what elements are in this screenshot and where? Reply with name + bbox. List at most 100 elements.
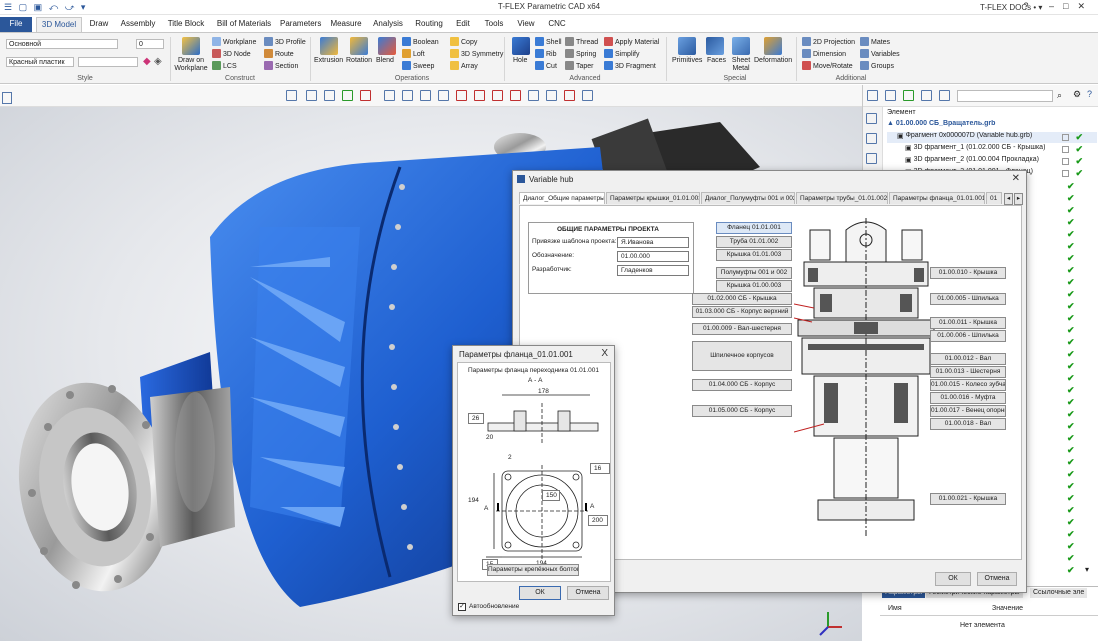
sweep-button[interactable]: Sweep (402, 61, 434, 70)
draw-on-workplane-icon[interactable] (182, 37, 200, 55)
tab-lid-params[interactable]: Параметры крышки_01.01.003 (606, 192, 700, 204)
tab-title-block[interactable]: Title Block (164, 17, 208, 32)
width-combo[interactable]: 0 (136, 39, 164, 49)
tab-measure[interactable]: Measure (328, 17, 364, 32)
extrusion-icon[interactable] (320, 37, 338, 55)
spring-button[interactable]: Spring (565, 49, 596, 58)
box-icon[interactable] (510, 90, 521, 101)
dimension-button[interactable]: Dimension (802, 49, 846, 58)
loft-button[interactable]: Loft (402, 49, 425, 58)
3d-node-button[interactable]: 3D Node (212, 49, 251, 58)
primitives-button[interactable]: Primitives (672, 57, 702, 64)
tab-parameters[interactable]: Parameters (280, 17, 321, 32)
tab-scroll-left-icon[interactable]: ◂ (1004, 193, 1013, 205)
gear-shaft-button[interactable]: 01.00.009 - Вал-шестерня (692, 323, 792, 335)
tool-icon[interactable] (866, 113, 877, 124)
help-icon[interactable]: ? (1023, 1, 1037, 11)
box-icon[interactable] (492, 90, 503, 101)
stud-005-button[interactable]: 01.00.005 - Шпилька (930, 293, 1006, 305)
tab-assembly[interactable]: Assembly (118, 17, 158, 32)
filter-icon[interactable] (306, 90, 317, 101)
dim-26-field[interactable]: 26 (468, 413, 484, 424)
move-rotate-button[interactable]: Move/Rotate (802, 61, 853, 70)
tree-row[interactable]: ▣ 3D фрагмент_1 (01.02.000 СБ - Крышка) ✔ (887, 144, 1097, 155)
tab-general-params[interactable]: Диалог_Общие параметры (519, 192, 605, 204)
rotation-button[interactable]: Rotation (346, 57, 372, 64)
axis-icon[interactable] (420, 90, 431, 101)
tab-flange-params[interactable]: Параметры фланца_01.01.001 (889, 192, 985, 204)
simplify-button[interactable]: Simplify (604, 49, 640, 58)
filter-icon[interactable] (286, 90, 297, 101)
mates-button[interactable]: Mates (860, 37, 890, 46)
gear-013-button[interactable]: 01.00.013 - Шестерня (930, 366, 1006, 378)
tab-couplings[interactable]: Диалог_Полумуфты 001 и 002 (701, 192, 795, 204)
filter-icon[interactable] (324, 90, 335, 101)
box-icon[interactable] (564, 90, 575, 101)
box-icon[interactable] (528, 90, 539, 101)
tab-analysis[interactable]: Analysis (370, 17, 406, 32)
tab-pipe-params[interactable]: Параметры трубы_01.01.002 (796, 192, 888, 204)
lid-button[interactable]: Крышка 01.01.003 (716, 249, 792, 261)
tab-scroll-right-icon[interactable]: ▸ (1014, 193, 1023, 205)
tree-row[interactable]: ▣ 3D фрагмент_2 (01.00.004 Прокладка) ✔ (887, 156, 1097, 167)
close-icon[interactable]: ✕ (1077, 1, 1094, 11)
list-icon[interactable] (939, 90, 950, 101)
deformation-icon[interactable] (764, 37, 782, 55)
primitives-icon[interactable] (678, 37, 696, 55)
draw-on-workplane-button[interactable]: Draw on Workplane (174, 57, 208, 73)
shell-button[interactable]: Shell (535, 37, 562, 46)
check-icon[interactable]: ✔ (1075, 132, 1083, 143)
thread-button[interactable]: Thread (565, 37, 598, 46)
style-settings-icon[interactable]: ◈ (154, 56, 162, 67)
tab-view[interactable]: View (514, 17, 538, 32)
stud-006-button[interactable]: 01.00.006 - Шпилька (930, 330, 1006, 342)
check-icon[interactable] (342, 90, 353, 101)
lcs-button[interactable]: LCS (212, 61, 237, 70)
dim-150-field[interactable]: 150 (542, 490, 560, 501)
color-combo[interactable] (78, 57, 138, 67)
taper-button[interactable]: Taper (565, 61, 594, 70)
layer-combo[interactable]: Основной (6, 39, 118, 49)
grid-icon[interactable] (384, 90, 395, 101)
visibility-icon[interactable] (1062, 134, 1069, 141)
faces-icon[interactable] (706, 37, 724, 55)
tab-more[interactable]: 01 (986, 192, 1002, 204)
close-icon[interactable]: ✕ (1012, 173, 1020, 184)
left-panel-icon[interactable] (2, 92, 12, 104)
apply-material-button[interactable]: Apply Material (604, 37, 659, 46)
flange-ok-button[interactable]: ОК (519, 586, 561, 600)
ring-017-button[interactable]: 01.00.017 - Венец опорный (930, 405, 1006, 417)
housing-studs-button[interactable]: Шпилечное корпусов (692, 341, 792, 371)
upper-housing-button[interactable]: 01.03.000 СБ - Корпус верхний (692, 306, 792, 318)
expand-icon[interactable]: ▲ (887, 120, 896, 127)
section-button[interactable]: Section (264, 61, 298, 70)
dim-200-field[interactable]: 200 (588, 515, 608, 526)
window-controls[interactable]: ? –□✕ (1023, 1, 1094, 12)
visibility-icon[interactable] (1062, 158, 1069, 165)
autoupdate-checkbox[interactable]: ✓ (458, 603, 466, 611)
axis-icon[interactable] (438, 90, 449, 101)
flange-button[interactable]: Фланец 01.01.001 (716, 222, 792, 234)
2d-projection-button[interactable]: 2D Projection (802, 37, 855, 46)
tab-edit[interactable]: Edit (452, 17, 474, 32)
boolean-button[interactable]: Boolean (402, 37, 439, 46)
couplings-button[interactable]: Полумуфты 001 и 002 (716, 267, 792, 279)
box-icon[interactable] (582, 90, 593, 101)
lid-003-button[interactable]: Крышка 01.00.003 (716, 280, 792, 292)
tab-file[interactable]: File (0, 17, 32, 32)
box-icon[interactable] (474, 90, 485, 101)
cancel-button[interactable]: Отмена (977, 572, 1017, 586)
tree-row[interactable]: ▣ Фрагмент 0x000007D (Variable hub.grb) ✔ (887, 132, 1097, 143)
blend-button[interactable]: Blend (376, 57, 394, 64)
housing-05-button[interactable]: 01.05.000 СБ - Корпус (692, 405, 792, 417)
sheet-metal-button[interactable]: Sheet Metal (730, 57, 752, 73)
tab-3d-model[interactable]: 3D Model (36, 17, 82, 32)
bolt-params-button[interactable]: Параметры крепёжных болтов (487, 564, 579, 576)
3d-fragment-button[interactable]: 3D Fragment (604, 61, 656, 70)
material-combo[interactable]: Красный пластик (6, 57, 74, 67)
hole-icon[interactable] (512, 37, 530, 55)
workplane-button[interactable]: Workplane (212, 37, 256, 46)
check-icon[interactable]: ✔ (1075, 156, 1083, 167)
dim-16-field[interactable]: 16 (590, 463, 610, 474)
filter-icon[interactable] (885, 90, 896, 101)
